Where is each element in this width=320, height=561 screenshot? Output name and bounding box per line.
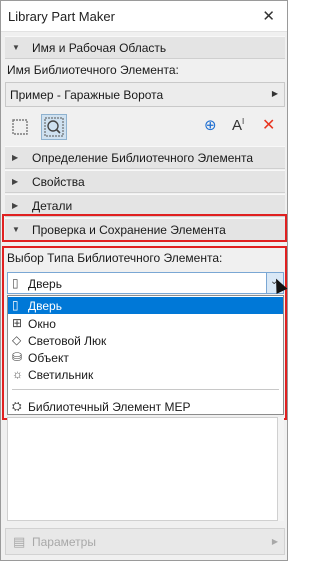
part-type-select[interactable]: ▯ Дверь ⌄ bbox=[7, 272, 284, 294]
option-label: Объект bbox=[28, 351, 69, 365]
collapse-arrow-icon: ▶ bbox=[12, 201, 19, 210]
section-properties[interactable]: ▶ Свойства bbox=[5, 170, 285, 193]
section-name-area-label: Имя и Рабочая Область bbox=[32, 41, 167, 55]
object-icon: ⛁ bbox=[12, 350, 23, 364]
part-name-value: Пример - Гаражные Ворота bbox=[10, 88, 164, 102]
expand-arrow-icon: ▼ bbox=[12, 43, 20, 52]
section-check-save[interactable]: ▼ Проверка и Сохранение Элемента bbox=[5, 218, 285, 241]
section-definition[interactable]: ▶ Определение Библиотечного Элемента bbox=[5, 146, 285, 169]
door-icon: ▯ bbox=[12, 276, 19, 290]
remove-icon[interactable]: ✕ bbox=[262, 115, 275, 135]
door-icon: ▯ bbox=[12, 298, 19, 312]
section-name-area[interactable]: ▼ Имя и Рабочая Область bbox=[5, 36, 285, 59]
parameters-label: Параметры bbox=[32, 535, 96, 549]
toolbar: ⊕ AI ✕ bbox=[5, 112, 285, 142]
section-check-save-label: Проверка и Сохранение Элемента bbox=[32, 223, 226, 237]
zoom-select-icon bbox=[44, 117, 64, 137]
marquee-tool-button[interactable] bbox=[7, 114, 33, 140]
text-style-icon[interactable]: AI bbox=[232, 117, 244, 134]
parameters-button[interactable]: ▤ Параметры ▶ bbox=[5, 528, 285, 555]
chevron-right-icon: ▶ bbox=[271, 89, 278, 98]
section-details-label: Детали bbox=[32, 199, 73, 213]
option-label: Окно bbox=[28, 317, 56, 331]
part-type-selected: Дверь bbox=[28, 277, 62, 291]
dropdown-option-door[interactable]: ▯ Дверь bbox=[8, 297, 283, 314]
dropdown-divider bbox=[12, 389, 279, 390]
part-type-label: Выбор Типа Библиотечного Элемента: bbox=[7, 251, 223, 265]
collapse-arrow-icon: ▶ bbox=[12, 153, 19, 162]
marquee-icon bbox=[12, 119, 28, 135]
text-style-glyph: A bbox=[232, 117, 243, 134]
mep-icon: ⛭ bbox=[12, 399, 22, 413]
section-properties-label: Свойства bbox=[32, 175, 85, 189]
skylight-icon: ◇ bbox=[12, 333, 22, 347]
option-label: Дверь bbox=[28, 299, 62, 313]
collapse-arrow-icon: ▶ bbox=[12, 177, 19, 186]
part-name-label: Имя Библиотечного Элемента: bbox=[7, 63, 179, 77]
dropdown-option-lamp[interactable]: ☼ Светильник bbox=[8, 366, 283, 383]
dropdown-option-mep[interactable]: ⛭ Библиотечный Элемент MEP bbox=[8, 398, 283, 415]
dropdown-option-window[interactable]: ⊞ Окно bbox=[8, 315, 283, 332]
option-label: Световой Люк bbox=[28, 334, 107, 348]
library-part-maker-window: Library Part Maker ✕ ▼ Имя и Рабочая Обл… bbox=[0, 0, 288, 561]
window-icon: ⊞ bbox=[12, 316, 23, 330]
window-title: Library Part Maker bbox=[8, 9, 115, 24]
scrollbar[interactable] bbox=[278, 417, 284, 521]
lamp-icon: ☼ bbox=[12, 367, 23, 381]
close-icon[interactable]: ✕ bbox=[262, 7, 275, 25]
option-label: Светильник bbox=[28, 368, 94, 382]
chevron-right-icon: ▶ bbox=[271, 537, 278, 546]
option-label: Библиотечный Элемент MEP bbox=[28, 400, 191, 414]
expand-arrow-icon: ▼ bbox=[12, 225, 20, 234]
parameters-icon: ▤ bbox=[13, 534, 26, 549]
section-details[interactable]: ▶ Детали bbox=[5, 194, 285, 217]
content-panel bbox=[7, 417, 278, 521]
section-definition-label: Определение Библиотечного Элемента bbox=[32, 151, 254, 165]
part-name-field[interactable]: Пример - Гаражные Ворота ▶ bbox=[5, 82, 285, 107]
dropdown-option-skylight[interactable]: ◇ Световой Люк bbox=[8, 332, 283, 349]
add-icon[interactable]: ⊕ bbox=[204, 116, 217, 134]
dropdown-option-object[interactable]: ⛁ Объект bbox=[8, 349, 283, 366]
title-bar: Library Part Maker ✕ bbox=[1, 1, 287, 32]
part-type-dropdown: ▯ Дверь ⊞ Окно ◇ Световой Люк ⛁ Объект ☼… bbox=[7, 295, 284, 415]
zoom-select-button[interactable] bbox=[41, 114, 67, 140]
